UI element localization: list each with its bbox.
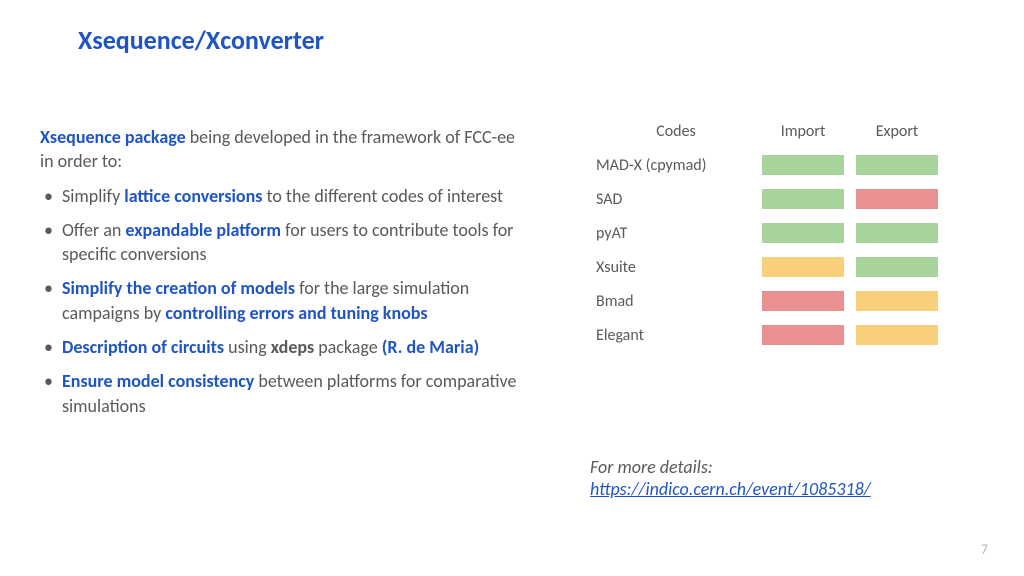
- intro-text: Xsequence package being developed in the…: [40, 125, 530, 174]
- status-swatch: [762, 223, 844, 243]
- table-row: SAD: [590, 182, 990, 216]
- status-swatch: [856, 257, 938, 277]
- bullet-4: Description of circuits using xdeps pack…: [40, 335, 530, 359]
- page-number: 7: [981, 541, 988, 558]
- row-label: SAD: [590, 190, 756, 209]
- table-row: Bmad: [590, 284, 990, 318]
- bullet-3-em1: Simplify the creation of models: [62, 277, 295, 299]
- status-cell-export: [850, 291, 944, 311]
- details-block: For more details: https://indico.cern.ch…: [590, 456, 871, 500]
- bullet-1-em: lattice conversions: [124, 185, 262, 207]
- status-swatch: [762, 257, 844, 277]
- status-cell-import: [756, 155, 850, 175]
- status-cell-import: [756, 257, 850, 277]
- bullet-4-post: package: [314, 336, 382, 358]
- row-label: Bmad: [590, 292, 756, 311]
- bullet-list: Simplify lattice conversions to the diff…: [40, 184, 530, 418]
- status-swatch: [762, 291, 844, 311]
- status-swatch: [856, 325, 938, 345]
- status-swatch: [762, 189, 844, 209]
- slide: Xsequence/Xconverter Xsequence package b…: [0, 0, 1024, 576]
- bullet-1-pre: Simplify: [62, 185, 124, 207]
- bullet-2-pre: Offer an: [62, 219, 125, 241]
- row-label: MAD-X (cpymad): [590, 156, 756, 175]
- table-row: MAD-X (cpymad): [590, 148, 990, 182]
- bullet-2: Offer an expandable platform for users t…: [40, 218, 530, 267]
- table-header: Codes Import Export: [590, 114, 990, 148]
- status-swatch: [856, 223, 938, 243]
- bullet-3-em2: controlling errors and tuning knobs: [165, 302, 427, 324]
- left-content: Xsequence package being developed in the…: [40, 125, 530, 418]
- bullet-4-em3: (R. de Maria): [382, 336, 479, 358]
- table-row: Elegant: [590, 318, 990, 352]
- table-row: Xsuite: [590, 250, 990, 284]
- slide-title: Xsequence/Xconverter: [78, 24, 324, 56]
- status-cell-export: [850, 189, 944, 209]
- row-label: pyAT: [590, 224, 756, 243]
- status-swatch: [762, 155, 844, 175]
- status-cell-import: [756, 189, 850, 209]
- bullet-1: Simplify lattice conversions to the diff…: [40, 184, 530, 208]
- row-label: Elegant: [590, 326, 756, 345]
- status-cell-export: [850, 155, 944, 175]
- bullet-2-em: expandable platform: [125, 219, 281, 241]
- table-body: MAD-X (cpymad) SAD pyAT Xsuite Bmad Elegant: [590, 148, 990, 352]
- status-cell-import: [756, 325, 850, 345]
- col-import: Import: [756, 122, 850, 141]
- status-table: Codes Import Export MAD-X (cpymad) SAD pyA…: [590, 114, 990, 352]
- table-row: pyAT: [590, 216, 990, 250]
- status-swatch: [856, 155, 938, 175]
- bullet-4-em2: xdeps: [271, 336, 314, 358]
- status-cell-export: [850, 257, 944, 277]
- bullet-1-post: to the different codes of interest: [262, 185, 503, 207]
- details-lead: For more details:: [590, 456, 871, 478]
- status-cell-import: [756, 291, 850, 311]
- details-link[interactable]: https://indico.cern.ch/event/1085318/: [590, 478, 871, 500]
- status-swatch: [856, 189, 938, 209]
- status-cell-export: [850, 325, 944, 345]
- status-swatch: [856, 291, 938, 311]
- status-cell-import: [756, 223, 850, 243]
- bullet-3: Simplify the creation of models for the …: [40, 276, 530, 325]
- bullet-5: Ensure model consistency between platfor…: [40, 369, 530, 418]
- bullet-5-em: Ensure model consistency: [62, 370, 254, 392]
- bullet-4-em1: Description of circuits: [62, 336, 224, 358]
- col-codes: Codes: [590, 122, 756, 141]
- bullet-4-mid: using: [224, 336, 271, 358]
- col-export: Export: [850, 122, 944, 141]
- intro-lead: Xsequence package: [40, 126, 186, 148]
- status-cell-export: [850, 223, 944, 243]
- row-label: Xsuite: [590, 258, 756, 277]
- status-swatch: [762, 325, 844, 345]
